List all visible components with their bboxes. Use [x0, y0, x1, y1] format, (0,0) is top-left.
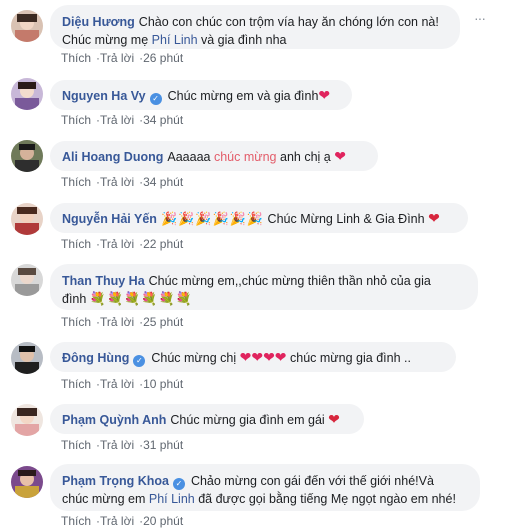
comment-text: Chúc mừng gia đình em gái — [170, 413, 329, 427]
timestamp[interactable]: 22 phút — [143, 237, 183, 251]
verified-badge-icon: ✓ — [133, 355, 146, 367]
comment-text: Chúc mừng em và gia đình — [167, 89, 319, 103]
highlighted-text: chúc mừng — [213, 150, 277, 164]
timestamp[interactable]: 10 phút — [143, 377, 183, 391]
timestamp[interactable]: 26 phút — [143, 51, 183, 65]
verified-badge-icon: ✓ — [149, 93, 162, 105]
author-name[interactable]: Nguyễn Hải Yến — [62, 212, 157, 226]
comment-actions: Thích ·Trả lời ·20 phút — [61, 514, 184, 528]
timestamp[interactable]: 34 phút — [143, 175, 183, 189]
more-options-icon[interactable]: ··· — [474, 10, 486, 26]
comment-bubble: Nguyen Ha Vy ✓ Chúc mừng em và gia đình❤ — [50, 80, 352, 110]
avatar[interactable] — [11, 466, 43, 498]
author-name[interactable]: Than Thuy Ha — [62, 274, 145, 288]
comment-actions: Thích ·Trả lời ·10 phút — [61, 377, 184, 391]
party-popper-emoji-icon: 🎉🎉🎉🎉🎉🎉 — [160, 211, 265, 226]
comment-text: đã được gọi bằng tiếng Mẹ ngọt ngào em n… — [194, 492, 456, 506]
like-link[interactable]: Thích — [61, 113, 91, 127]
heart-emoji-icon: ❤❤❤❤ — [239, 349, 287, 365]
avatar[interactable] — [11, 203, 43, 235]
timestamp[interactable]: 31 phút — [143, 438, 183, 452]
comment-bubble: Phạm Trọng Khoa ✓ Chảo mừng con gái đến vớ… — [50, 464, 480, 511]
like-link[interactable]: Thích — [61, 438, 91, 452]
avatar[interactable] — [11, 10, 43, 42]
comment-bubble: Diệu Hương Chào con chúc con trộm vía hay… — [50, 5, 460, 49]
like-link[interactable]: Thích — [61, 237, 91, 251]
comment-text: Chúc mừng em,,chúc mừng thiên thần nhỏ c… — [148, 274, 431, 288]
comment-text: Chúc mừng mẹ — [62, 33, 152, 47]
reply-link[interactable]: Trả lời — [100, 377, 134, 391]
comment-text: chúc mừng em — [62, 492, 149, 506]
avatar[interactable] — [11, 404, 43, 436]
timestamp[interactable]: 20 phút — [143, 514, 183, 528]
comment-bubble: Nguyễn Hải Yến 🎉🎉🎉🎉🎉🎉 Chúc Mừng Linh & Gi… — [50, 203, 468, 233]
avatar[interactable] — [11, 78, 43, 110]
avatar[interactable] — [11, 264, 43, 296]
comment-text: đình — [62, 292, 87, 306]
timestamp[interactable]: 34 phút — [143, 113, 183, 127]
comment-actions: Thích ·Trả lời ·25 phút — [61, 315, 184, 329]
comment-actions: Thích ·Trả lời ·31 phút — [61, 438, 184, 452]
reply-link[interactable]: Trả lời — [100, 113, 134, 127]
author-name[interactable]: Nguyen Ha Vy — [62, 89, 146, 103]
comment-text: và gia đình nha — [197, 33, 287, 47]
tagged-user[interactable]: Phí Linh — [149, 492, 195, 506]
author-name[interactable]: Phạm Quỳnh Anh — [62, 413, 166, 427]
like-link[interactable]: Thích — [61, 175, 91, 189]
comment-bubble: Than Thuy Ha Chúc mừng em,,chúc mừng thiê… — [50, 264, 478, 310]
comment-bubble: Ali Hoang Duong Aaaaaa chúc mừng anh chị … — [50, 141, 378, 171]
comment-text: Chào con chúc con trộm vía hay ăn chóng … — [138, 15, 439, 29]
comment-bubble: Đông Hùng ✓ Chúc mừng chị ❤❤❤❤ chúc mừng g… — [50, 342, 456, 372]
like-link[interactable]: Thích — [61, 514, 91, 528]
comment-text: Aaaaaa — [167, 150, 214, 164]
heart-emoji-icon: ❤ — [318, 87, 331, 103]
comment-actions: Thích ·Trả lời ·34 phút — [61, 175, 184, 189]
reply-link[interactable]: Trả lời — [100, 514, 134, 528]
heart-emoji-icon: ❤ — [428, 210, 440, 226]
author-name[interactable]: Phạm Trọng Khoa — [62, 474, 169, 488]
author-name[interactable]: Diệu Hương — [62, 15, 135, 29]
author-name[interactable]: Đông Hùng — [62, 351, 129, 365]
comment-text: Chúc mừng chị — [151, 351, 240, 365]
comment-text: Chảo mừng con gái đến với thế giới nhé!V… — [190, 474, 434, 488]
reply-link[interactable]: Trả lời — [100, 315, 134, 329]
timestamp[interactable]: 25 phút — [143, 315, 183, 329]
tagged-user[interactable]: Phí Linh — [152, 33, 198, 47]
heart-emoji-icon: ❤ — [328, 411, 340, 427]
reply-link[interactable]: Trả lời — [100, 51, 134, 65]
comment-actions: Thích ·Trả lời ·26 phút — [61, 51, 184, 65]
comment-text: Chúc Mừng Linh & Gia Đình — [264, 212, 429, 226]
author-name[interactable]: Ali Hoang Duong — [62, 150, 163, 164]
like-link[interactable]: Thích — [61, 315, 91, 329]
avatar[interactable] — [11, 140, 43, 172]
avatar[interactable] — [11, 342, 43, 374]
verified-badge-icon: ✓ — [172, 478, 185, 490]
bouquet-emoji-icon: 💐💐💐💐💐💐 — [89, 291, 193, 306]
reply-link[interactable]: Trả lời — [100, 237, 134, 251]
comment-bubble: Phạm Quỳnh Anh Chúc mừng gia đình em gái … — [50, 404, 364, 434]
comment-actions: Thích ·Trả lời ·22 phút — [61, 237, 184, 251]
comment-text: anh chị ạ — [276, 150, 331, 164]
reply-link[interactable]: Trả lời — [100, 438, 134, 452]
reply-link[interactable]: Trả lời — [100, 175, 134, 189]
comment-text: chúc mừng gia đình .. — [286, 351, 411, 365]
comment-actions: Thích ·Trả lời ·34 phút — [61, 113, 184, 127]
heart-emoji-icon: ❤ — [334, 148, 346, 164]
like-link[interactable]: Thích — [61, 377, 91, 391]
like-link[interactable]: Thích — [61, 51, 91, 65]
